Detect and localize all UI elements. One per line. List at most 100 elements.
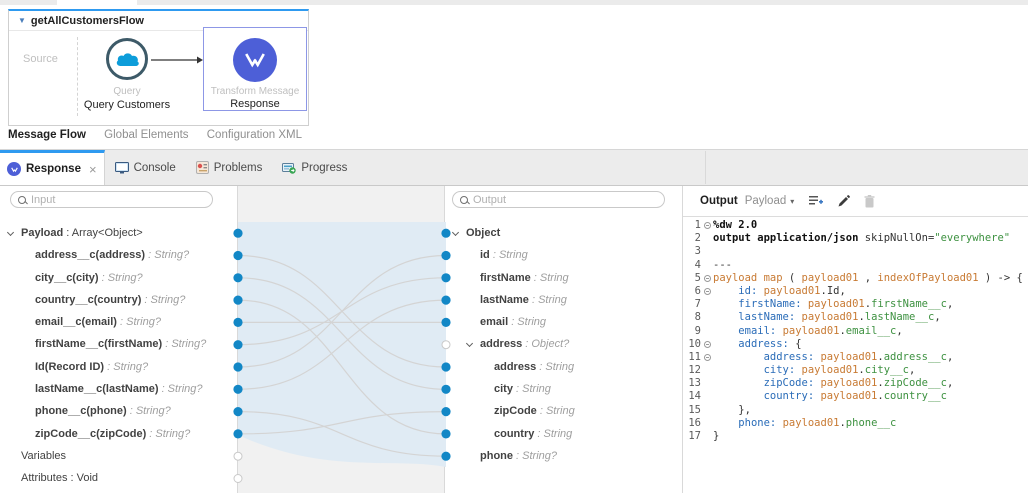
output-search-box[interactable] <box>452 191 665 208</box>
fold-collapse-icon[interactable] <box>703 288 711 296</box>
code-line-7[interactable]: 7 firstName: payload01.firstName__c, <box>683 298 1028 311</box>
flow-getallcustomersflow[interactable]: ▼ getAllCustomersFlow Source Query Query … <box>8 9 309 126</box>
collapse-triangle-icon[interactable]: ▼ <box>18 16 26 25</box>
fold-collapse-icon[interactable] <box>703 340 711 348</box>
code-line-12[interactable]: 12 city: payload01.city__c, <box>683 364 1028 377</box>
tab-problems[interactable]: Problems <box>186 150 273 185</box>
code-header-divider <box>683 216 1028 217</box>
output-node-city[interactable]: city : String <box>445 378 682 400</box>
input-port-4[interactable] <box>233 317 243 327</box>
input-node-lastname-c-lastname-[interactable]: lastName__c(lastName) : String? <box>0 378 237 400</box>
input-port-1[interactable] <box>233 250 243 261</box>
code-line-9[interactable]: 9 email: payload01.email__c, <box>683 325 1028 338</box>
line-number: 14 <box>688 390 701 403</box>
input-node-zipcode-c-zipcode-[interactable]: zipCode__c(zipCode) : String? <box>0 423 237 445</box>
input-port-5[interactable] <box>233 340 243 350</box>
node-name: lastName__c(lastName) <box>35 383 159 396</box>
input-node-address-c-address-[interactable]: address__c(address) : String? <box>0 244 237 266</box>
chevron-down-icon[interactable]: ▾ <box>790 197 794 206</box>
fold-column <box>701 219 713 232</box>
tab-global-elements[interactable]: Global Elements <box>104 129 188 141</box>
tab-configuration-xml[interactable]: Configuration XML <box>207 129 302 141</box>
input-node-payload[interactable]: Payload : Array<Object> <box>0 222 237 244</box>
code-line-6[interactable]: 6 id: payload01.Id, <box>683 285 1028 298</box>
code-line-10[interactable]: 10 address: { <box>683 338 1028 351</box>
output-node-country[interactable]: country : String <box>445 423 682 445</box>
line-number: 2 <box>694 232 701 245</box>
salesforce-query-node[interactable] <box>106 38 148 80</box>
output-node-email[interactable]: email : String <box>445 311 682 333</box>
node-type: : String <box>512 383 551 396</box>
fold-collapse-icon[interactable] <box>703 274 711 282</box>
output-search-field[interactable] <box>473 193 657 206</box>
input-port-8[interactable] <box>233 407 243 417</box>
input-node-variables[interactable]: Variables <box>0 445 237 467</box>
input-node-city-c-city-[interactable]: city__c(city) : String? <box>0 267 237 289</box>
input-node-id-record-id-[interactable]: Id(Record ID) : String? <box>0 356 237 378</box>
dataweave-tab-icon <box>7 162 21 176</box>
input-port-9[interactable] <box>233 429 243 439</box>
mapping-canvas[interactable] <box>233 186 451 493</box>
flow-editor-tabs: Message Flow Global Elements Configurati… <box>8 129 317 141</box>
edit-icon[interactable] <box>837 194 851 208</box>
fold-collapse-icon[interactable] <box>703 353 711 361</box>
dataweave-script-editor[interactable]: 1 %dw 2.0 2 output application/json skipNul… <box>683 219 1028 493</box>
input-search-box[interactable] <box>10 191 213 208</box>
input-node-country-c-country-[interactable]: country__c(country) : String? <box>0 289 237 311</box>
fold-column <box>701 325 713 338</box>
input-node-phone-c-phone-[interactable]: phone__c(phone) : String? <box>0 400 237 422</box>
output-node-lastname[interactable]: lastName : String <box>445 289 682 311</box>
line-number: 8 <box>694 311 701 324</box>
input-port-10[interactable] <box>233 451 243 461</box>
input-port-7[interactable] <box>233 384 243 394</box>
code-line-13[interactable]: 13 zipCode: payload01.zipCode__c, <box>683 377 1028 390</box>
input-port-3[interactable] <box>233 295 243 305</box>
tab-console[interactable]: Console <box>105 150 186 185</box>
input-node-email-c-email-[interactable]: email__c(email) : String? <box>0 311 237 333</box>
code-line-2[interactable]: 2 output application/json skipNullOn="eve… <box>683 232 1028 245</box>
chevron-down-icon[interactable] <box>6 228 15 237</box>
node-type: : String? <box>98 271 143 284</box>
code-line-11[interactable]: 11 address: payload01.address__c, <box>683 351 1028 364</box>
input-port-0[interactable] <box>233 228 243 238</box>
output-node-phone[interactable]: phone : String? <box>445 445 682 467</box>
input-port-11[interactable] <box>233 474 243 483</box>
context-selector[interactable]: Payload <box>745 195 787 207</box>
tab-progress[interactable]: Progress <box>272 150 357 185</box>
input-node-attributes[interactable]: Attributes : Void <box>0 467 237 489</box>
code-line-8[interactable]: 8 lastName: payload01.lastName__c, <box>683 311 1028 324</box>
fold-column <box>701 390 713 403</box>
code-line-1[interactable]: 1 %dw 2.0 <box>683 219 1028 232</box>
code-text: %dw 2.0 <box>713 219 758 231</box>
code-line-3[interactable]: 3 <box>683 245 1028 258</box>
output-node-zipcode[interactable]: zipCode : String <box>445 400 682 422</box>
output-node-firstname[interactable]: firstName : String <box>445 267 682 289</box>
close-icon[interactable]: × <box>89 162 97 177</box>
output-node-address[interactable]: address : String <box>445 356 682 378</box>
code-line-15[interactable]: 15 }, <box>683 404 1028 417</box>
code-line-16[interactable]: 16 phone: payload01.phone__c <box>683 417 1028 430</box>
chevron-down-icon[interactable] <box>465 340 474 348</box>
chevron-down-icon[interactable] <box>451 228 460 237</box>
code-line-17[interactable]: 17} <box>683 430 1028 443</box>
output-node-address[interactable]: address : Object? <box>445 333 682 355</box>
add-transform-icon[interactable] <box>808 195 824 207</box>
tab-message-flow[interactable]: Message Flow <box>8 129 86 141</box>
input-port-2[interactable] <box>233 273 243 283</box>
delete-icon[interactable] <box>864 194 875 208</box>
fold-collapse-icon[interactable] <box>703 222 711 230</box>
output-node-object[interactable]: Object <box>445 222 682 244</box>
tab-response[interactable]: Response × <box>0 150 105 185</box>
flow-editor: ▼ getAllCustomersFlow Source Query Query … <box>0 5 1028 149</box>
input-port-6[interactable] <box>233 362 243 372</box>
code-line-4[interactable]: 4 --- <box>683 259 1028 272</box>
input-search-field[interactable] <box>31 193 205 206</box>
input-node-firstname-c-firstname-[interactable]: firstName__c(firstName) : String? <box>0 333 237 355</box>
code-line-14[interactable]: 14 country: payload01.country__c <box>683 390 1028 403</box>
transform-message-node-selected[interactable]: Transform Message Response <box>203 27 307 111</box>
output-node-id[interactable]: id : String <box>445 244 682 266</box>
code-line-5[interactable]: 5 payload map ( payload01 , indexOfPayloa… <box>683 272 1028 285</box>
fold-column <box>701 232 713 245</box>
tab-console-label: Console <box>133 161 176 174</box>
dataweave-icon[interactable] <box>233 38 277 82</box>
